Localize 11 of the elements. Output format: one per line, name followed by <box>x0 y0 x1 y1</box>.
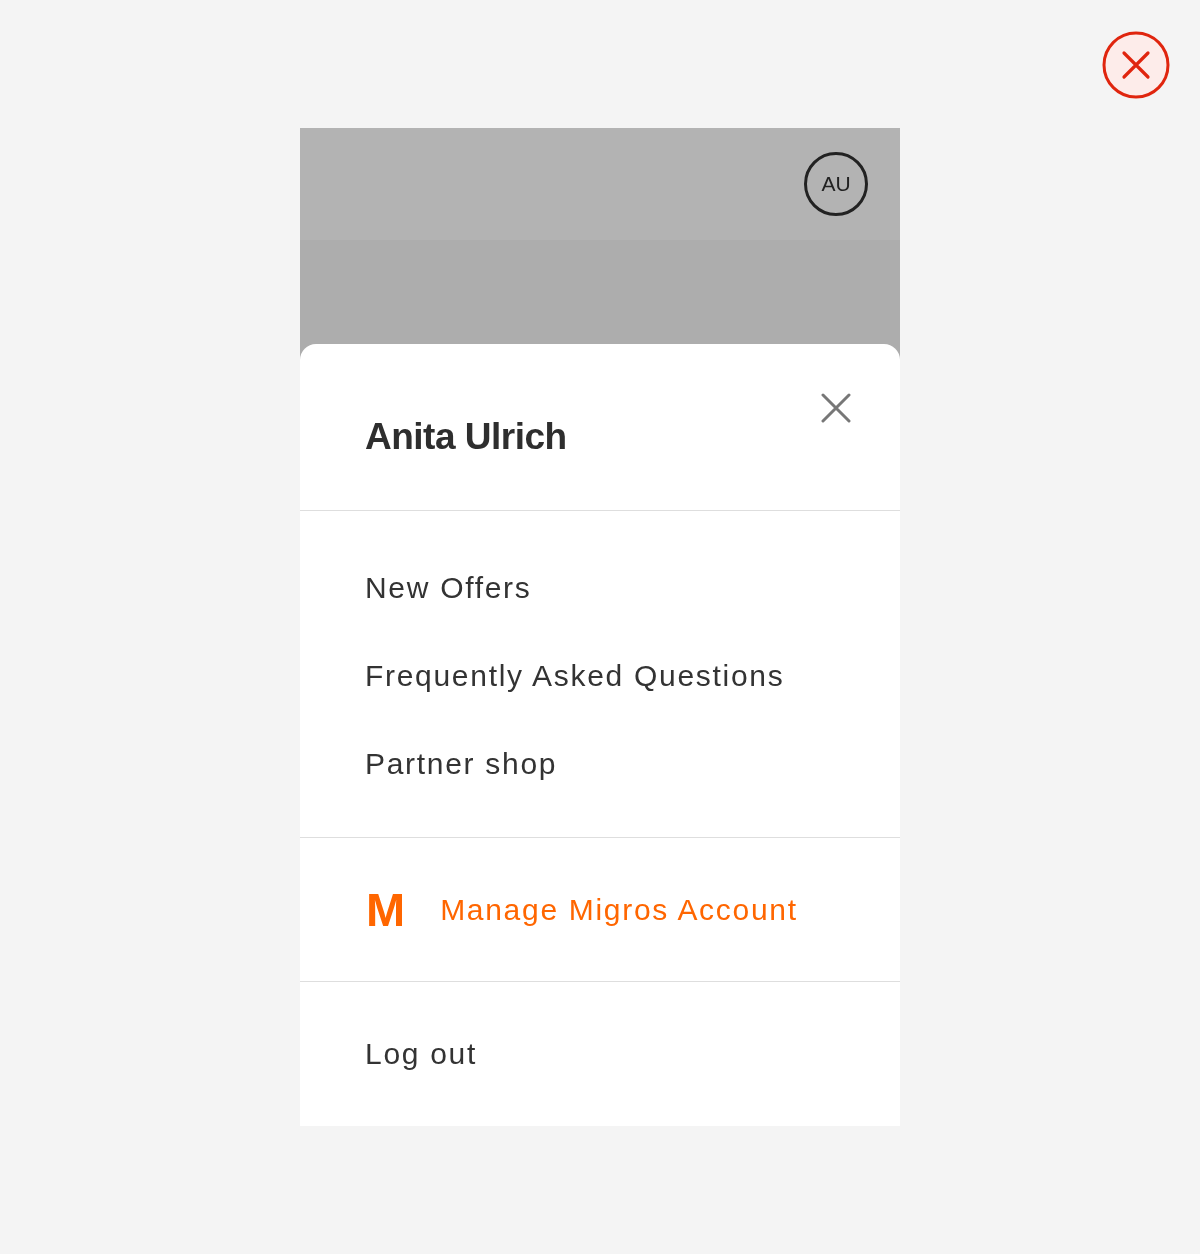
menu-item[interactable]: Partner shop <box>365 720 558 808</box>
avatar-initials[interactable]: AU <box>804 152 868 216</box>
close-button[interactable] <box>1102 31 1170 99</box>
close-button[interactable] <box>821 393 851 423</box>
logout-button[interactable]: Log out <box>365 1037 477 1071</box>
menu-item[interactable]: Frequently Asked Questions <box>365 632 785 720</box>
close-icon <box>821 393 851 423</box>
close-icon <box>1102 31 1170 99</box>
user-name: Anita Ulrich <box>365 415 567 459</box>
logo-letter: M <box>366 889 405 930</box>
menu-item[interactable]: New Offers <box>365 544 532 632</box>
